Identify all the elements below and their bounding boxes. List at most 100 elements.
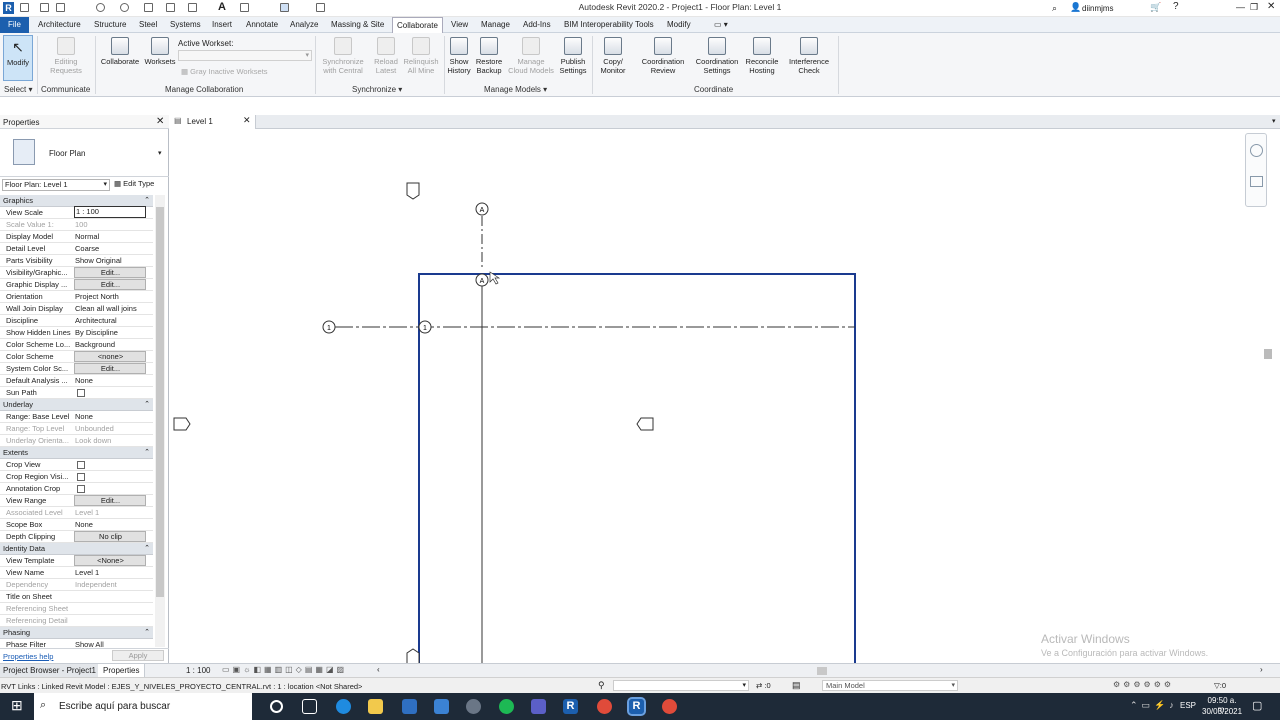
switch-windows-icon[interactable] [316, 3, 325, 12]
tab-insert[interactable]: Insert [208, 17, 236, 33]
property-value[interactable]: Normal [74, 231, 146, 243]
tab-view[interactable]: View [447, 17, 472, 33]
property-section[interactable]: Extents ⌃ [0, 447, 153, 459]
selection-options-icons[interactable]: ⚙⚙⚙⚙⚙⚙ [1113, 680, 1174, 689]
worksets-status-icon[interactable]: ⚲ [598, 680, 605, 691]
manage-cloud-models-button[interactable]: Manage Cloud Models [505, 35, 557, 75]
property-value[interactable]: None [74, 375, 146, 387]
edge-icon[interactable] [336, 699, 351, 714]
property-value[interactable]: Background [74, 339, 146, 351]
binoculars-icon[interactable]: ⌕ [1052, 3, 1057, 14]
restore-icon[interactable]: ❐ [1250, 2, 1258, 13]
tab-level-1[interactable]: ▤ Level 1 ✕ [170, 115, 256, 129]
interference-check-button[interactable]: Interference Check [785, 35, 833, 75]
mail-icon[interactable] [434, 699, 449, 714]
canvas-scrollbar-thumb[interactable] [1264, 349, 1272, 359]
view-scale[interactable]: 1 : 100 [186, 666, 210, 675]
zoom-icon[interactable] [1250, 176, 1263, 187]
properties-scrollbar[interactable] [155, 195, 165, 647]
workset-dropdown[interactable]: ▾ [613, 680, 749, 691]
property-button[interactable]: <none> [74, 351, 146, 362]
scroll-right-icon[interactable]: › [1260, 665, 1263, 674]
restore-backup-button[interactable]: Restore Backup [474, 35, 504, 75]
tab-annotate[interactable]: Annotate [242, 17, 282, 33]
user-name[interactable]: diinmjms [1082, 4, 1114, 13]
reconcile-hosting-button[interactable]: Reconcile Hosting [744, 35, 780, 75]
sync-icon[interactable] [56, 3, 65, 12]
horizontal-scrollbar-thumb[interactable] [817, 667, 827, 675]
system-tray-icons[interactable]: ⌃▭⚡♪ [1130, 700, 1178, 711]
show-history-button[interactable]: Show History [446, 35, 472, 75]
collapse-icon[interactable]: ⌃ [144, 399, 150, 411]
task-view-icon[interactable] [302, 699, 317, 714]
minimize-icon[interactable]: — [1236, 2, 1245, 12]
relinquish-all-button[interactable]: Relinquish All Mine [401, 35, 441, 75]
save-icon[interactable] [40, 3, 49, 12]
property-value[interactable]: Architectural [74, 315, 146, 327]
tab-project-browser[interactable]: Project Browser - Project1 [0, 664, 100, 677]
revit-taskbar-icon[interactable]: R [563, 699, 578, 714]
tab-manage[interactable]: Manage [477, 17, 514, 33]
steering-wheel-icon[interactable] [1250, 144, 1263, 157]
print-icon[interactable] [144, 3, 153, 12]
publish-settings-button[interactable]: Publish Settings [557, 35, 589, 75]
edit-type-button[interactable]: ▦ Edit Type [114, 178, 154, 190]
drawing-canvas[interactable]: A A 1 1 [170, 129, 1273, 675]
property-button[interactable]: Edit... [74, 495, 146, 506]
floor-plan-drawing[interactable]: A A 1 1 [170, 129, 1273, 675]
property-value[interactable]: Show Original [74, 255, 146, 267]
property-value[interactable]: Clean all wall joins [74, 303, 146, 315]
apply-button[interactable]: Apply [112, 650, 164, 661]
user-icon[interactable]: 👤 [1070, 2, 1081, 13]
modify-button[interactable]: ↖ Modify [3, 35, 33, 81]
properties-help-link[interactable]: Properties help [3, 652, 53, 661]
tab-steel[interactable]: Steel [135, 17, 161, 33]
property-button[interactable]: Edit... [74, 363, 146, 374]
copy-monitor-button[interactable]: Copy/Monitor [596, 35, 630, 75]
group-synchronize[interactable]: Synchronize ▾ [352, 85, 402, 94]
filter-icon[interactable]: ▽:0 [1214, 681, 1226, 690]
property-button[interactable]: <None> [74, 555, 146, 566]
editing-requests-button[interactable]: Editing Requests [42, 35, 90, 75]
property-value[interactable]: By Discipline [74, 327, 146, 339]
gray-inactive-worksets[interactable]: ▦ Gray Inactive Worksets [181, 67, 268, 76]
clock-date[interactable]: 30/03/2021 [1202, 707, 1242, 716]
language-indicator[interactable]: ESP [1180, 701, 1196, 710]
chrome-icon[interactable] [597, 699, 612, 714]
chrome-2-icon[interactable] [662, 699, 677, 714]
contextual-tab-icon[interactable]: ▭ ▾ [710, 17, 732, 33]
revit-logo-icon[interactable]: R [3, 2, 14, 14]
tab-systems[interactable]: Systems [166, 17, 205, 33]
checkbox[interactable] [77, 473, 85, 481]
3d-view-icon[interactable] [240, 3, 249, 12]
undo-icon[interactable] [96, 3, 105, 12]
cart-icon[interactable]: 🛒 [1150, 2, 1161, 13]
close-properties-icon[interactable]: ✕ [156, 116, 164, 127]
select-dropdown[interactable]: Select ▾ [4, 85, 32, 94]
active-workset-dropdown[interactable]: ▾ [178, 50, 312, 61]
tab-properties[interactable]: Properties [98, 664, 146, 677]
property-value[interactable]: Project North [74, 291, 146, 303]
help-icon[interactable]: ? [1173, 1, 1179, 12]
property-button[interactable]: No clip [74, 531, 146, 542]
synchronize-central-button[interactable]: Synchronize with Central [318, 35, 368, 75]
windows-start-icon[interactable]: ⊞ [11, 697, 23, 714]
property-button[interactable]: Edit... [74, 267, 146, 278]
type-selector[interactable]: Floor Plan ▾ [0, 130, 169, 177]
property-section[interactable]: Phasing ⌃ [0, 627, 153, 639]
property-value[interactable]: None [74, 519, 146, 531]
view-controls-icons[interactable]: ▭▣☼◧▦▥◫◇▤▦◪▨ [222, 665, 347, 674]
coordination-review-button[interactable]: Coordination Review [638, 35, 688, 75]
close-view-icon[interactable]: ✕ [243, 115, 251, 126]
property-value[interactable]: Coarse [74, 243, 146, 255]
tab-analyze[interactable]: Analyze [286, 17, 322, 33]
property-section[interactable]: Underlay ⌃ [0, 399, 153, 411]
revit-active-taskbar-icon[interactable]: R [627, 697, 646, 716]
taskbar-search[interactable]: ⌕ Escribe aquí para buscar [34, 693, 252, 720]
file-explorer-icon[interactable] [368, 699, 383, 714]
tab-structure[interactable]: Structure [90, 17, 130, 33]
tab-massing-site[interactable]: Massing & Site [327, 17, 388, 33]
collapse-icon[interactable]: ⌃ [144, 447, 150, 459]
property-button[interactable]: Edit... [74, 279, 146, 290]
settings-icon[interactable] [466, 699, 481, 714]
